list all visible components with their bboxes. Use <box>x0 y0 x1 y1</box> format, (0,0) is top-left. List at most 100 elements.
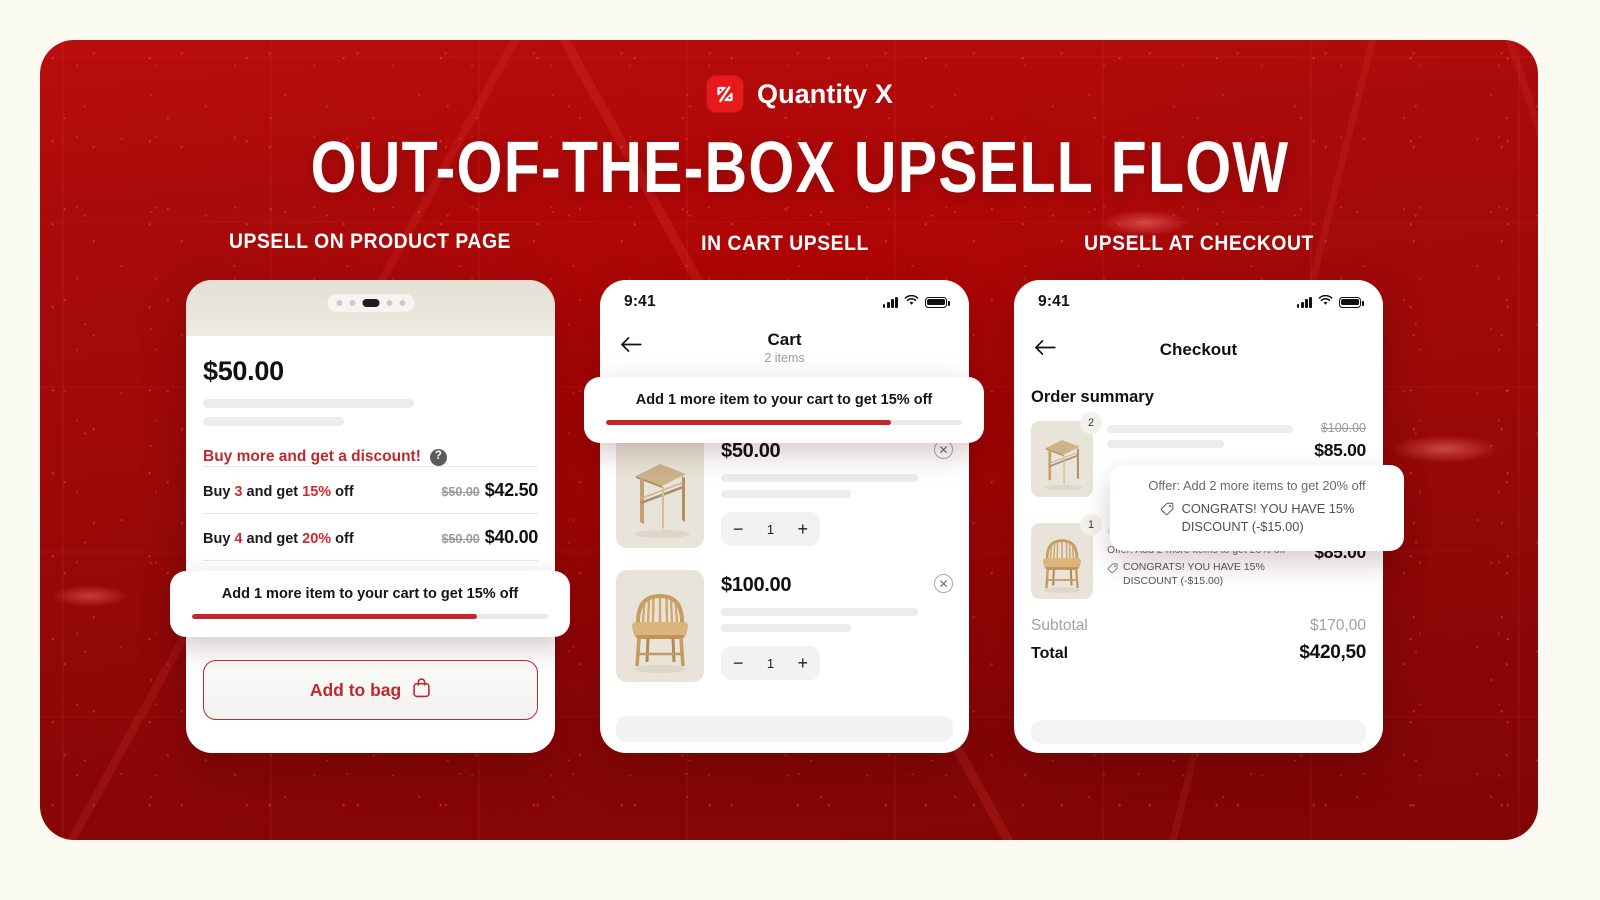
percent-tag-icon <box>706 76 743 112</box>
total-value: $420,50 <box>1299 642 1366 663</box>
nightstand-table-image[interactable] <box>616 436 704 548</box>
status-bar: 9:41 <box>1014 280 1383 324</box>
checkout-item-congrats: CONGRATS! YOU HAVE 15% DISCOUNT (-$15.00) <box>1107 560 1366 589</box>
product-details: $50.00 Buy more and get a discount! ? Bu… <box>186 336 555 561</box>
checkout-nav-bar: Checkout <box>1014 324 1383 376</box>
checkout-item-thumb-wrap: 1 <box>1031 514 1102 599</box>
upsell-toast-product-page: Add 1 more item to your cart to get 15% … <box>170 571 570 637</box>
arrow-left-icon[interactable] <box>1034 340 1056 361</box>
status-bar-icons <box>1296 293 1364 311</box>
carousel-dot[interactable] <box>349 300 355 306</box>
brand-lockup: Quantity X <box>0 76 1600 112</box>
light-glow-2 <box>1390 435 1500 463</box>
tier-price: $50.00 $40.00 <box>441 527 539 547</box>
product-image-gallery[interactable] <box>186 280 555 336</box>
section-heading-in-cart: IN CART UPSELL <box>701 232 869 255</box>
shopping-bag-icon <box>412 677 431 703</box>
tier-price: $50.00 $42.50 <box>441 480 539 500</box>
section-heading-product-page: UPSELL ON PRODUCT PAGE <box>229 230 511 253</box>
quantity-stepper[interactable]: − 1 + <box>721 646 820 680</box>
price-tag-icon <box>1160 502 1174 536</box>
phone-mockup-product-page: $50.00 Buy more and get a discount! ? Bu… <box>186 280 555 753</box>
placeholder-line <box>203 399 415 408</box>
cart-items-list: $50.00 ✕ − 1 + $100.00 ✕ − 1 + <box>600 414 969 682</box>
tier-label: Buy 3 and get 15% off <box>203 484 354 500</box>
product-price: $50.00 <box>203 356 284 386</box>
cart-nav-bar: Cart 2 items <box>600 324 969 370</box>
checkout-item-prices: $100.00 $85.00 <box>1314 421 1366 461</box>
wooden-chair-image[interactable] <box>616 570 704 682</box>
total-row: Total $420,50 <box>1031 642 1366 664</box>
status-bar: 9:41 <box>600 280 969 324</box>
light-glow-3 <box>50 585 130 607</box>
order-summary-heading: Order summary <box>1031 388 1154 406</box>
add-to-bag-button[interactable]: Add to bag <box>203 660 538 720</box>
cellular-signal-icon <box>882 296 898 308</box>
discount-tier-row[interactable]: Buy 3 and get 15% off $50.00 $42.50 <box>203 466 538 513</box>
status-bar-time: 9:41 <box>624 293 656 310</box>
decrease-quantity-button[interactable]: − <box>733 654 744 672</box>
carousel-dot[interactable] <box>399 300 405 306</box>
upsell-toast-text: Add 1 more item to your cart to get 15% … <box>221 586 519 602</box>
cart-bottom-bar[interactable] <box>616 716 953 742</box>
increase-quantity-button[interactable]: + <box>797 520 808 538</box>
cart-item-price: $50.00 <box>721 440 781 462</box>
phone-mockup-cart: 9:41 Cart 2 items $50.00 ✕ − 1 + $100.00… <box>600 280 969 753</box>
discount-heading: Buy more and get a discount! <box>203 448 421 465</box>
checkout-bottom-bar[interactable] <box>1031 720 1366 744</box>
wooden-chair-image[interactable] <box>1031 523 1093 599</box>
carousel-dot[interactable] <box>386 300 392 306</box>
cart-title: Cart <box>767 329 802 349</box>
brand-name: Quantity X <box>756 78 893 109</box>
upsell-progress-bar <box>606 420 962 425</box>
popover-congrats-row: CONGRATS! YOU HAVE 15% DISCOUNT (-$15.00) <box>1126 500 1388 536</box>
close-circle-icon[interactable]: ✕ <box>934 574 953 593</box>
item-quantity-badge: 2 <box>1080 412 1102 434</box>
poster-root: Quantity X OUT-OF-THE-BOX UPSELL FLOW UP… <box>0 0 1600 900</box>
placeholder-line <box>1107 425 1294 433</box>
cart-item-row: $100.00 ✕ − 1 + <box>616 548 953 682</box>
increase-quantity-button[interactable]: + <box>797 654 808 672</box>
nightstand-table-image[interactable] <box>1031 421 1093 497</box>
discounted-price: $85.00 <box>1314 440 1366 460</box>
placeholder-line <box>203 417 344 426</box>
tier-label: Buy 4 and get 20% off <box>203 531 354 547</box>
carousel-dot-active[interactable] <box>362 299 379 307</box>
subtotal-row: Subtotal $170,00 <box>1031 617 1366 635</box>
total-label: Total <box>1031 645 1069 662</box>
question-mark-icon[interactable]: ? <box>429 448 447 466</box>
add-to-bag-label: Add to bag <box>309 679 402 700</box>
carousel-dot[interactable] <box>336 300 342 306</box>
placeholder-line <box>721 474 919 482</box>
cart-item-info: $100.00 ✕ − 1 + <box>721 570 953 682</box>
carousel-dots[interactable] <box>327 294 414 312</box>
item-quantity-badge: 1 <box>1080 514 1102 536</box>
checkout-item-thumb-wrap: 2 <box>1031 412 1102 497</box>
close-circle-icon[interactable]: ✕ <box>934 440 953 459</box>
wifi-icon <box>904 293 919 311</box>
section-heading-checkout: UPSELL AT CHECKOUT <box>1084 232 1314 255</box>
placeholder-line <box>1107 440 1224 448</box>
checkout-title: Checkout <box>1159 340 1238 359</box>
wifi-icon <box>1318 293 1333 311</box>
discount-heading-row: Buy more and get a discount! ? <box>203 448 538 466</box>
cart-item-price: $100.00 <box>721 574 792 596</box>
arrow-left-icon[interactable] <box>620 337 642 358</box>
price-tag-icon <box>1107 561 1118 579</box>
battery-icon <box>1339 296 1364 308</box>
decrease-quantity-button[interactable]: − <box>733 520 744 538</box>
quantity-stepper[interactable]: − 1 + <box>721 512 820 546</box>
subtotal-label: Subtotal <box>1031 617 1088 634</box>
discount-tier-row[interactable]: Buy 4 and get 20% off $50.00 $40.00 <box>203 513 538 560</box>
status-bar-icons <box>882 293 950 311</box>
add-to-bag-container: Add to bag <box>203 660 538 720</box>
page-title: OUT-OF-THE-BOX UPSELL FLOW <box>310 128 1290 208</box>
congrats-text: CONGRATS! YOU HAVE 15% DISCOUNT (-$15.00) <box>1123 561 1265 588</box>
original-price: $100.00 <box>1320 421 1366 435</box>
quantity-value: 1 <box>766 655 775 671</box>
divider <box>203 560 538 561</box>
cellular-signal-icon <box>1296 296 1312 308</box>
cart-item-info: $50.00 ✕ − 1 + <box>721 436 953 548</box>
subtotal-value: $170,00 <box>1309 617 1366 634</box>
placeholder-line <box>721 490 851 498</box>
